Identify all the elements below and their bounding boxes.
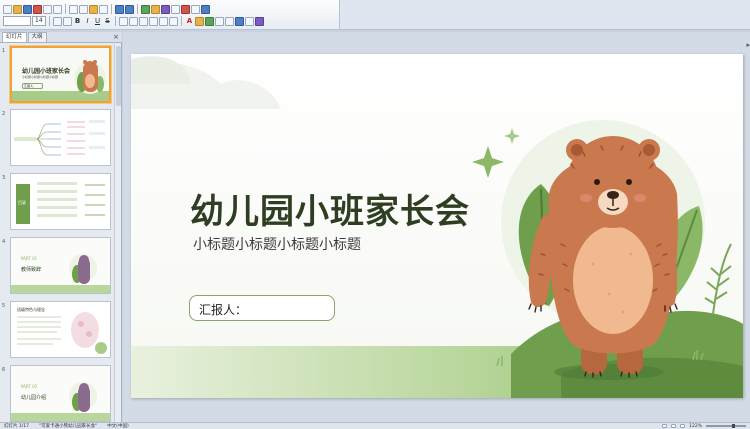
thumbnail-reporter: 汇报人：: [22, 83, 44, 89]
increase-font-icon[interactable]: [53, 16, 62, 26]
slide-info: 幻灯片 1/17: [4, 424, 30, 429]
thumbnail-number: 5: [2, 303, 6, 309]
pdf-icon[interactable]: [33, 4, 42, 14]
design-icon[interactable]: [245, 16, 254, 26]
thumbnail-slide-2[interactable]: [10, 109, 111, 166]
slide-thumbnail-pane: 幻灯片 大纲 × 1 幼儿园小班家长会 小标题小标题小标题小标题 汇报人： 2 …: [0, 32, 122, 422]
thumbnail-number: 1: [2, 48, 6, 54]
sorter-view-icon[interactable]: [671, 424, 677, 428]
zoom-slider-handle[interactable]: [732, 424, 735, 428]
new-file-icon[interactable]: [3, 4, 12, 14]
thumbnail-list: 1 幼儿园小班家长会 小标题小标题小标题小标题 汇报人： 2 3 目录 4 PA…: [0, 44, 114, 422]
thumbnail-heading: 班级特色与理念: [17, 307, 45, 312]
paste-icon[interactable]: [89, 4, 98, 14]
slide-1[interactable]: 幼儿园小班家长会 小标题小标题小标题小标题 汇报人：: [131, 54, 743, 398]
cut-icon[interactable]: [69, 4, 78, 14]
thumbnail-slide-3[interactable]: 目录: [10, 173, 111, 230]
redo-icon[interactable]: [125, 4, 134, 14]
shape-outline-icon[interactable]: [215, 16, 224, 26]
arrange-icon[interactable]: [235, 16, 244, 26]
thumbnail-number: 2: [2, 111, 6, 117]
format-painter-icon[interactable]: [99, 4, 108, 14]
slide-editing-canvas: ▸ 幼儿园小班家长会 小标题小标题小标题小标题 汇报人：: [123, 32, 750, 422]
scrollbar-thumb[interactable]: [116, 46, 121, 106]
toolbar-separator: [65, 4, 66, 14]
justify-icon[interactable]: [149, 16, 158, 26]
insert-chart-icon[interactable]: [161, 4, 170, 14]
theme-name: "可爱卡通小熊幼儿园家长会": [39, 424, 98, 429]
thumbnail-slide-6[interactable]: PART 02 幼儿园介绍: [10, 365, 111, 422]
toolbar-separator: [111, 4, 112, 14]
thumbnail-title: 幼儿园小班家长会: [22, 68, 71, 75]
zoom-level: 122%: [689, 423, 702, 429]
underline-button[interactable]: U: [93, 17, 102, 26]
reporter-textbox[interactable]: 汇报人：: [189, 295, 335, 321]
bullets-icon[interactable]: [159, 16, 168, 26]
align-right-icon[interactable]: [139, 16, 148, 26]
align-center-icon[interactable]: [129, 16, 138, 26]
help-icon[interactable]: [201, 4, 210, 14]
toolbar-empty-area: [340, 0, 750, 30]
highlight-icon[interactable]: [195, 16, 204, 26]
print-icon[interactable]: [43, 4, 52, 14]
save-icon[interactable]: [23, 4, 32, 14]
slide-title[interactable]: 幼儿园小班家长会: [190, 184, 470, 233]
numbering-icon[interactable]: [169, 16, 178, 26]
slide-subtitle[interactable]: 小标题小标题小标题小标题: [193, 234, 361, 254]
print-preview-icon[interactable]: [53, 4, 62, 14]
toolbar-separator: [115, 16, 116, 26]
zoom-slider[interactable]: [706, 424, 746, 428]
view-controls: 122%: [662, 424, 750, 429]
textbox-icon[interactable]: [171, 4, 180, 14]
animation-icon[interactable]: [255, 16, 264, 26]
shapes-icon[interactable]: [225, 16, 234, 26]
italic-button[interactable]: I: [83, 17, 92, 26]
insert-picture-icon[interactable]: [151, 4, 160, 14]
toolbar-separator: [49, 16, 50, 26]
presentation-app: 14 B I U S A 幻灯片 大纲 × 1 幼儿园小班家长会 小标题小标题小…: [0, 0, 750, 429]
decrease-font-icon[interactable]: [63, 16, 72, 26]
font-color-button[interactable]: A: [185, 17, 194, 26]
thumbnail-tag: 目录: [18, 200, 26, 205]
pane-tabs: 幻灯片 大纲 ×: [0, 32, 122, 43]
thumbnail-heading: 教师致辞: [21, 267, 42, 273]
thumbnail-number: 3: [2, 175, 6, 181]
thumbnail-3-art: [11, 174, 110, 229]
thumbnail-subtitle: 小标题小标题小标题小标题: [22, 75, 59, 79]
thumbnail-part: PART 02: [21, 384, 38, 389]
font-size-select[interactable]: 14: [32, 16, 46, 26]
thumbnail-2-mindmap: [11, 110, 110, 165]
thumbnail-slide-1[interactable]: 幼儿园小班家长会 小标题小标题小标题小标题 汇报人：: [10, 46, 111, 103]
zoom-icon[interactable]: [191, 4, 200, 14]
insert-table-icon[interactable]: [141, 4, 150, 14]
shape-fill-icon[interactable]: [205, 16, 214, 26]
undo-icon[interactable]: [115, 4, 124, 14]
thumbnail-number: 4: [2, 239, 6, 245]
thumbnail-number: 6: [2, 367, 6, 373]
formatting-toolbar: 14 B I U S A: [0, 0, 340, 30]
strikethrough-button[interactable]: S: [103, 17, 112, 26]
thumbnail-part: PART 01: [21, 256, 38, 261]
normal-view-icon[interactable]: [662, 424, 668, 428]
thumbnail-scrollbar[interactable]: [114, 44, 121, 422]
bold-button[interactable]: B: [73, 17, 82, 26]
language: 中文(中国): [107, 424, 129, 429]
copy-icon[interactable]: [79, 4, 88, 14]
align-left-icon[interactable]: [119, 16, 128, 26]
status-bar: 幻灯片 1/17 "可爱卡通小熊幼儿园家长会" 中文(中国) 122%: [0, 422, 750, 429]
thumbnail-heading: 幼儿园介绍: [21, 395, 47, 401]
tab-outline[interactable]: 大纲: [27, 32, 47, 42]
scroll-arrow-icon[interactable]: ▸: [746, 41, 750, 49]
slideshow-icon[interactable]: [181, 4, 190, 14]
toolbar-separator: [181, 16, 182, 26]
toolbar-separator: [137, 4, 138, 14]
reporter-label: 汇报人：: [199, 303, 248, 317]
font-name-select[interactable]: [3, 16, 31, 26]
thumbnail-slide-5[interactable]: 班级特色与理念: [10, 301, 111, 358]
slideshow-view-icon[interactable]: [680, 424, 686, 428]
tab-slides[interactable]: 幻灯片: [2, 32, 27, 42]
open-folder-icon[interactable]: [13, 4, 22, 14]
thumbnail-slide-4[interactable]: PART 01 教师致辞: [10, 237, 111, 294]
close-pane-icon[interactable]: ×: [113, 33, 119, 41]
